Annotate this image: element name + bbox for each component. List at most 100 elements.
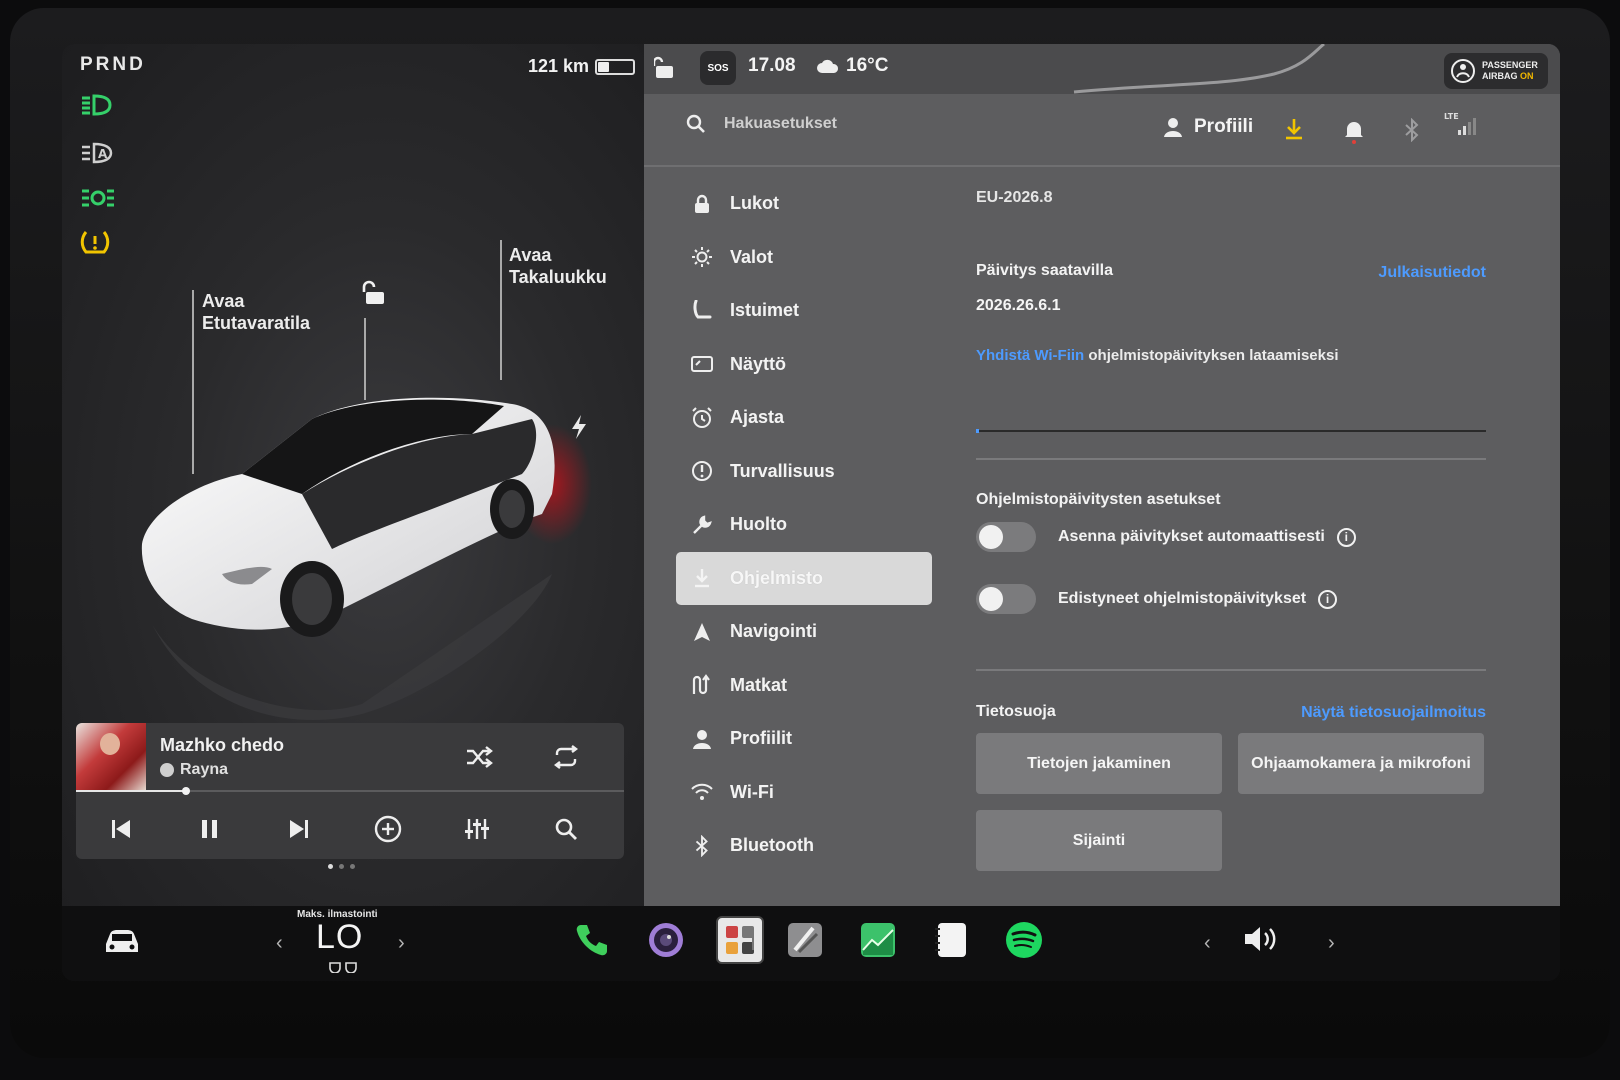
sos-button[interactable]: SOS (700, 51, 736, 85)
trips-icon (690, 673, 714, 697)
privacy-notice-link[interactable]: Näytä tietosuojailmoitus (1301, 704, 1486, 722)
menu-item-lukot[interactable]: Lukot (676, 177, 932, 231)
volume-icon[interactable] (1242, 924, 1282, 954)
vehicle-panel: PRND 121 km A Avaa Etutavaratila Avaa Ta… (62, 44, 644, 906)
equalizer-button[interactable] (457, 809, 497, 849)
climate-increase-button[interactable]: › (398, 932, 405, 955)
menu-item-bluetooth[interactable]: Bluetooth (676, 819, 932, 873)
temperature-text: 16°C (846, 55, 889, 76)
menu-item-navigointi[interactable]: Navigointi (676, 605, 932, 659)
source-icon (160, 763, 174, 777)
alarm-icon (690, 406, 714, 430)
current-version: EU-2026.8 (976, 189, 1053, 206)
download-icon (690, 566, 714, 590)
search-input[interactable]: Hakuasetukset (724, 115, 837, 133)
menu-label: Huolto (730, 514, 787, 535)
volume-increase-button[interactable]: › (1328, 932, 1335, 955)
menu-item-wifi[interactable]: Wi-Fi (676, 766, 932, 820)
seat-icon (690, 299, 714, 323)
map-preview (1073, 44, 1325, 94)
dock-separator (752, 936, 754, 950)
car-controls-icon[interactable] (102, 926, 142, 956)
next-track-button[interactable] (279, 809, 319, 849)
seat-heater-icon[interactable] (328, 961, 358, 973)
car-illustration (141, 397, 592, 720)
open-rear-trunk-button[interactable]: Avaa Takaluukku (509, 244, 607, 288)
repeat-button[interactable] (546, 737, 586, 777)
airbag-text-1: PASSENGER (1482, 60, 1538, 70)
section-divider (976, 458, 1486, 460)
menu-item-istuimet[interactable]: Istuimet (676, 284, 932, 338)
unlock-car-icon[interactable] (362, 280, 388, 311)
connect-wifi-link[interactable]: Yhdistä Wi-Fiin (976, 347, 1084, 364)
advanced-updates-toggle[interactable] (976, 584, 1036, 614)
energy-icon[interactable] (858, 920, 898, 960)
pause-button[interactable] (190, 809, 230, 849)
toybox-icon[interactable] (716, 916, 764, 964)
climate-temperature[interactable]: LO (316, 918, 363, 957)
profile-label: Profiili (1194, 116, 1254, 137)
lock-icon (690, 192, 714, 216)
parking-lights-icon (80, 186, 114, 214)
media-player: Mazhko chedo Rayna (76, 723, 624, 859)
profile-button[interactable]: Profiili (1164, 116, 1253, 138)
menu-item-ajasta[interactable]: Ajasta (676, 391, 932, 445)
song-title: Mazhko chedo (160, 735, 285, 755)
media-search-button[interactable] (546, 809, 586, 849)
notes-icon[interactable] (932, 920, 972, 960)
release-notes-link[interactable]: Julkaisutiedot (1378, 264, 1486, 282)
notification-bell-icon[interactable] (1344, 118, 1364, 149)
open-front-trunk-button[interactable]: Avaa Etutavaratila (202, 290, 310, 334)
display-icon (690, 352, 714, 376)
settings-panel: SOS 17.08 16°C PASSENGER AIRBAG ON Hakuas… (644, 44, 1560, 906)
track-progress[interactable] (76, 787, 624, 795)
menu-item-naytto[interactable]: Näyttö (676, 338, 932, 392)
location-button[interactable]: Sijainti (976, 810, 1222, 871)
shuffle-button[interactable] (459, 737, 499, 777)
camera-icon[interactable] (646, 920, 686, 960)
clock: 17.08 (748, 55, 796, 76)
spotify-icon[interactable] (1004, 920, 1044, 960)
section-divider (976, 669, 1486, 671)
wrench-icon (690, 513, 714, 537)
menu-label: Matkat (730, 674, 788, 695)
menu-item-matkat[interactable]: Matkat (676, 659, 932, 713)
bluetooth-status-icon[interactable] (1404, 117, 1420, 147)
privacy-title: Tietosuoja (976, 703, 1056, 720)
page-indicator (328, 864, 355, 869)
settings-menu: Lukot Valot Istuimet Näyttö Ajasta Turva… (676, 177, 932, 873)
headlight-on-icon (80, 92, 114, 120)
climate-decrease-button[interactable]: ‹ (276, 932, 283, 955)
menu-label: Valot (730, 246, 774, 267)
dashcam-icon[interactable] (785, 920, 825, 960)
auto-install-toggle[interactable] (976, 522, 1036, 552)
download-progress-bar (976, 429, 1486, 433)
menu-label: Bluetooth (730, 835, 814, 856)
volume-decrease-button[interactable]: ‹ (1204, 932, 1211, 955)
unlock-status-icon[interactable] (654, 55, 676, 79)
cabin-camera-button[interactable]: Ohjaamokamera ja mikrofoni (1238, 733, 1484, 794)
info-icon[interactable]: i (1318, 589, 1338, 609)
menu-item-huolto[interactable]: Huolto (676, 498, 932, 552)
range-text: 121 km (528, 56, 590, 76)
settings-search[interactable]: Hakuasetukset (686, 114, 837, 134)
data-sharing-button[interactable]: Tietojen jakaminen (976, 733, 1222, 794)
info-icon[interactable]: i (1336, 527, 1356, 547)
menu-item-turvallisuus[interactable]: Turvallisuus (676, 445, 932, 499)
add-favorite-button[interactable] (368, 809, 408, 849)
lte-signal-icon: LTE (1444, 110, 1478, 143)
previous-track-button[interactable] (101, 809, 141, 849)
svg-text:A: A (98, 147, 108, 161)
artist-label: Rayna (180, 761, 229, 778)
passenger-airbag-status: PASSENGER AIRBAG ON (1444, 53, 1548, 89)
album-art[interactable] (76, 723, 146, 791)
menu-item-valot[interactable]: Valot (676, 231, 932, 285)
menu-label: Ohjelmisto (730, 567, 824, 588)
touchscreen: PRND 121 km A Avaa Etutavaratila Avaa Ta… (62, 44, 1560, 981)
phone-icon[interactable] (572, 920, 612, 960)
bluetooth-icon (690, 834, 714, 858)
auto-highbeam-icon: A (80, 140, 114, 168)
menu-item-profiilit[interactable]: Profiilit (676, 712, 932, 766)
menu-item-ohjelmisto[interactable]: Ohjelmisto (676, 551, 932, 605)
download-update-icon[interactable] (1284, 118, 1304, 145)
